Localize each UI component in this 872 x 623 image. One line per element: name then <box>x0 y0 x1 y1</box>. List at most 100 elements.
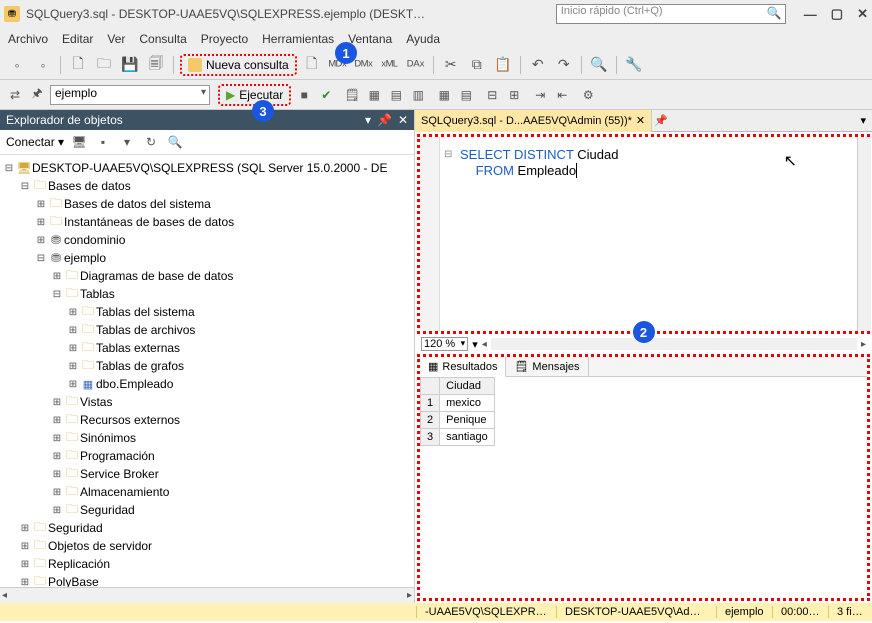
explorer-hscroll[interactable]: ◂▸ <box>0 587 414 603</box>
dax-icon[interactable]: ᴰᴬˣ <box>405 54 427 76</box>
table-row[interactable]: 3santiago <box>421 429 495 446</box>
maximize-button[interactable]: ▢ <box>831 6 843 22</box>
hscroll-left-icon[interactable]: ◂ <box>482 339 487 350</box>
tab-close-icon[interactable]: ✕ <box>636 114 645 127</box>
tree-seg[interactable]: ⊞🗀Seguridad <box>0 519 414 537</box>
save-all-icon[interactable]: 🗐 <box>145 54 167 76</box>
refresh-icon[interactable]: ↻ <box>142 133 160 151</box>
panel-close-icon[interactable]: ✕ <box>398 113 408 127</box>
minimize-button[interactable]: — <box>804 7 817 22</box>
tree-tablas-arch[interactable]: ⊞🗀Tablas de archivos <box>0 321 414 339</box>
open-file-icon[interactable]: 🗀 <box>93 54 115 76</box>
find-icon[interactable]: 🔍 <box>588 54 610 76</box>
tree-sbroker[interactable]: ⊞🗀Service Broker <box>0 465 414 483</box>
database-select[interactable]: ejemplo <box>50 85 210 105</box>
filter-icon[interactable]: ▾ <box>118 133 136 151</box>
toolbar-query: ⇄ 🖈 ejemplo ▶ Ejecutar ■ ✔ 🗒 ▦ ▤ ▥ ▦ ▤ ⊟… <box>0 80 872 110</box>
menu-archivo[interactable]: Archivo <box>8 32 48 46</box>
tree-db-ejemplo[interactable]: ⊟⛃ejemplo <box>0 249 414 267</box>
copy-icon[interactable]: ⧉ <box>466 54 488 76</box>
include-plan-icon[interactable]: ▦ <box>365 86 383 104</box>
tree-vistas[interactable]: ⊞🗀Vistas <box>0 393 414 411</box>
tab-pin-icon[interactable]: 📌 <box>654 114 668 127</box>
tree-bases-sys[interactable]: ⊞🗀Bases de datos del sistema <box>0 195 414 213</box>
menu-consulta[interactable]: Consulta <box>139 32 186 46</box>
tree-repl[interactable]: ⊞🗀Replicación <box>0 555 414 573</box>
menu-ver[interactable]: Ver <box>107 32 125 46</box>
indent-icon[interactable]: ⇥ <box>531 86 549 104</box>
tree-tablas-sys[interactable]: ⊞🗀Tablas del sistema <box>0 303 414 321</box>
tree-sinon[interactable]: ⊞🗀Sinónimos <box>0 429 414 447</box>
tree-diagrams[interactable]: ⊞🗀Diagramas de base de datos <box>0 267 414 285</box>
tree-db-condominio[interactable]: ⊞⛃condominio <box>0 231 414 249</box>
panel-pin-icon[interactable]: 📌 <box>377 113 392 127</box>
connect-button[interactable]: Conectar ▾ <box>6 135 64 149</box>
results-grid[interactable]: Ciudad 1mexico 2Penique 3santiago <box>420 377 867 446</box>
settings-icon[interactable]: 🔧 <box>623 54 645 76</box>
redo-icon[interactable]: ↷ <box>553 54 575 76</box>
tree-rec-ext[interactable]: ⊞🗀Recursos externos <box>0 411 414 429</box>
client-stats-icon[interactable]: ▥ <box>409 86 427 104</box>
uncomment-icon[interactable]: ⊞ <box>505 86 523 104</box>
tree-bases[interactable]: ⊟🗀Bases de datos <box>0 177 414 195</box>
close-button[interactable]: ✕ <box>857 6 868 22</box>
query-text[interactable]: SELECT DISTINCT Ciudad FROM Empleado <box>420 137 867 185</box>
stop-icon[interactable]: ■ <box>295 86 313 104</box>
tree-almac[interactable]: ⊞🗀Almacenamiento <box>0 483 414 501</box>
target-icon[interactable]: 🖈 <box>28 86 46 104</box>
editor-hscroll[interactable] <box>491 338 857 350</box>
table-row[interactable]: 2Penique <box>421 412 495 429</box>
menu-ventana[interactable]: Ventana <box>348 32 392 46</box>
tree-tablas[interactable]: ⊟🗀Tablas <box>0 285 414 303</box>
back-icon[interactable]: ◦ <box>6 54 28 76</box>
tree-snapshots[interactable]: ⊞🗀Instantáneas de bases de datos <box>0 213 414 231</box>
tree-polyb[interactable]: ⊞🗀PolyBase <box>0 573 414 587</box>
save-icon[interactable]: 💾 <box>119 54 141 76</box>
panel-dropdown-icon[interactable]: ▾ <box>365 113 371 127</box>
menu-ayuda[interactable]: Ayuda <box>406 32 440 46</box>
results-text-icon[interactable]: ▤ <box>457 86 475 104</box>
parse-icon[interactable]: ✔ <box>317 86 335 104</box>
forward-icon[interactable]: ◦ <box>32 54 54 76</box>
comment-icon[interactable]: ⊟ <box>483 86 501 104</box>
cut-icon[interactable]: ✂ <box>440 54 462 76</box>
paste-icon[interactable]: 📋 <box>492 54 514 76</box>
execution-plan-icon[interactable]: 🗒 <box>343 86 361 104</box>
editor-vscroll[interactable] <box>857 137 871 331</box>
disconnect-icon[interactable]: 🖥 <box>70 133 88 151</box>
xquery-icon[interactable]: 🗋 <box>301 54 323 76</box>
results-grid-icon[interactable]: ▦ <box>435 86 453 104</box>
quick-search-input[interactable]: Inicio rápido (Ctrl+Q) <box>556 4 786 24</box>
tree-dbo-empleado[interactable]: ⊞▦dbo.Empleado <box>0 375 414 393</box>
tree-obj-srv[interactable]: ⊞🗀Objetos de servidor <box>0 537 414 555</box>
object-tree[interactable]: ⊟🖥DESKTOP-UAAE5VQ\SQLEXPRESS (SQL Server… <box>0 155 414 587</box>
menu-herramientas[interactable]: Herramientas <box>262 32 334 46</box>
table-row[interactable]: 1mexico <box>421 395 495 412</box>
tree-server[interactable]: ⊟🖥DESKTOP-UAAE5VQ\SQLEXPRESS (SQL Server… <box>0 159 414 177</box>
tree-prog[interactable]: ⊞🗀Programación <box>0 447 414 465</box>
query-editor[interactable]: ⊟ SELECT DISTINCT Ciudad FROM Empleado ↖… <box>417 134 870 334</box>
new-query-button[interactable]: Nueva consulta <box>180 54 297 76</box>
grid-col-ciudad[interactable]: Ciudad <box>440 378 495 395</box>
tree-tablas-graf[interactable]: ⊞🗀Tablas de grafos <box>0 357 414 375</box>
word-wrap-icon[interactable]: ⇄ <box>6 86 24 104</box>
menu-proyecto[interactable]: Proyecto <box>201 32 248 46</box>
tree-tablas-ext[interactable]: ⊞🗀Tablas externas <box>0 339 414 357</box>
tab-dropdown-icon[interactable]: ▾ <box>860 114 872 127</box>
zoom-select[interactable]: 120 % <box>421 337 468 351</box>
fold-icon[interactable]: ⊟ <box>444 149 452 160</box>
results-tab[interactable]: ▦Resultados <box>420 357 506 377</box>
outdent-icon[interactable]: ⇤ <box>553 86 571 104</box>
messages-tab[interactable]: 🗒Mensajes <box>506 357 588 377</box>
undo-icon[interactable]: ↶ <box>527 54 549 76</box>
xmla-icon[interactable]: ˣᴹᴸ <box>379 54 401 76</box>
specify-values-icon[interactable]: ⚙ <box>579 86 597 104</box>
menu-editar[interactable]: Editar <box>62 32 93 46</box>
stop-conn-icon[interactable]: ▪ <box>94 133 112 151</box>
search-explorer-icon[interactable]: 🔍 <box>166 133 184 151</box>
new-file-icon[interactable]: 🗋 <box>67 54 89 76</box>
live-stats-icon[interactable]: ▤ <box>387 86 405 104</box>
hscroll-right-icon[interactable]: ▸ <box>861 339 866 350</box>
editor-tab[interactable]: SQLQuery3.sql - D...AAE5VQ\Admin (55))* … <box>415 110 652 132</box>
tree-seg-db[interactable]: ⊞🗀Seguridad <box>0 501 414 519</box>
